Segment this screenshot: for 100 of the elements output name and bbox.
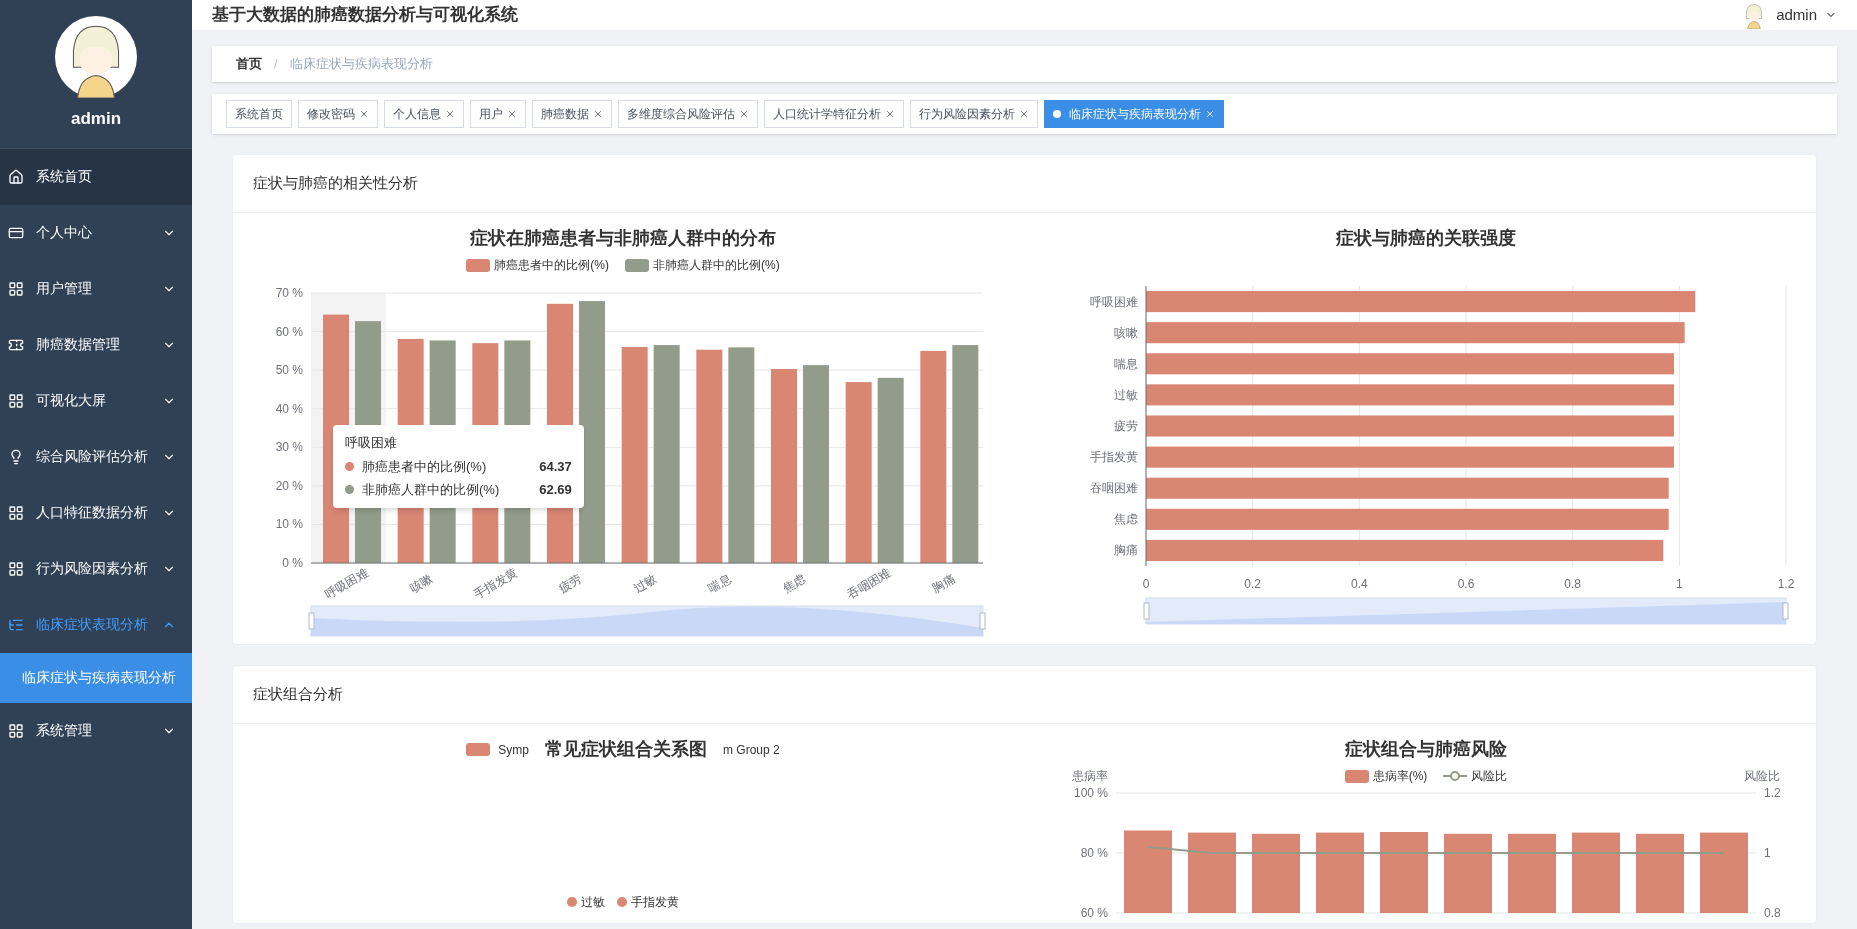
header-username: admin bbox=[1776, 4, 1817, 25]
axis-tick-label: 1 bbox=[1676, 577, 1683, 591]
bulb-icon bbox=[8, 448, 24, 465]
tab[interactable]: 系统首页 bbox=[226, 100, 292, 128]
app-title: 基于大数据的肺癌数据分析与可视化系统 bbox=[212, 4, 518, 27]
graph-node-label: 过敏 bbox=[581, 894, 605, 911]
close-icon[interactable] bbox=[359, 109, 369, 119]
bar[interactable] bbox=[579, 301, 605, 563]
close-icon[interactable] bbox=[445, 109, 455, 119]
graph-node-label: 手指发黄 bbox=[631, 894, 679, 911]
sidebar-item[interactable]: 用户管理 bbox=[0, 260, 192, 317]
axis-tick-label: 60 % bbox=[1080, 906, 1108, 919]
legend-swatch-icon[interactable] bbox=[1344, 769, 1369, 783]
axis-tick-label: 30 % bbox=[275, 440, 303, 455]
zoom-slider[interactable] bbox=[1143, 597, 1789, 625]
axis-tick-label: 70 % bbox=[275, 286, 303, 300]
chart-title: 症状与肺癌的关联强度 bbox=[1336, 227, 1516, 250]
legend-label: m Group 2 bbox=[723, 741, 780, 759]
legend-swatch-icon[interactable] bbox=[466, 258, 491, 272]
close-icon[interactable] bbox=[593, 109, 603, 119]
axis-tick-label: 60 % bbox=[275, 324, 303, 339]
axis-tick-label: 0.2 bbox=[1244, 577, 1261, 591]
breadcrumb-separator: / bbox=[274, 55, 278, 74]
axis-category-label: 疲劳 bbox=[1114, 419, 1138, 433]
axis-tick-label: 100 % bbox=[1073, 786, 1108, 800]
grid-icon bbox=[8, 280, 24, 297]
bar[interactable] bbox=[1146, 291, 1696, 313]
axis-tick-label: 0 % bbox=[282, 556, 303, 570]
axis-tick-label: 0.8 bbox=[1764, 906, 1781, 919]
avatar-icon bbox=[55, 16, 137, 98]
axis-title: 患病率 bbox=[1072, 768, 1108, 785]
sidebar-item[interactable]: 系统首页 bbox=[0, 148, 192, 205]
tooltip-value: 62.69 bbox=[539, 481, 572, 499]
axis-category-label: 焦虑 bbox=[780, 571, 809, 596]
legend-label: 患病率(%) bbox=[1372, 768, 1428, 785]
home-icon bbox=[8, 168, 24, 185]
tab[interactable]: 肺癌数据 bbox=[532, 100, 612, 128]
axis-tick-label: 0.6 bbox=[1457, 577, 1475, 591]
legend-swatch-icon[interactable] bbox=[625, 258, 649, 272]
axis-category-label: 喘息 bbox=[705, 571, 734, 596]
graph-node-icon[interactable] bbox=[617, 897, 627, 907]
tab[interactable]: 用户 bbox=[470, 100, 526, 128]
axis-tick-label: 0.4 bbox=[1351, 577, 1368, 591]
tab[interactable]: 修改密码 bbox=[298, 100, 378, 128]
axis-category-label: 焦虑 bbox=[1114, 512, 1138, 527]
axis-category-label: 过敏 bbox=[631, 571, 659, 596]
axis-category-label: 呼吸困难 bbox=[322, 565, 371, 602]
chart-title: 常见症状组合关系图 bbox=[545, 738, 707, 761]
close-icon[interactable] bbox=[1019, 109, 1029, 119]
axis-category-label: 吞咽困难 bbox=[844, 565, 894, 602]
zoom-slider[interactable] bbox=[308, 605, 986, 637]
breadcrumb-current: 临床症状与疾病表现分析 bbox=[289, 55, 433, 74]
axis-tick-label: 20 % bbox=[275, 478, 303, 493]
legend-swatch-icon[interactable] bbox=[466, 743, 491, 756]
close-icon[interactable] bbox=[507, 109, 517, 119]
sidebar-item[interactable]: 人口特征数据分析 bbox=[0, 484, 192, 541]
breadcrumb-link[interactable]: 首页 bbox=[236, 54, 262, 74]
axis-category-label: 吞咽困难 bbox=[1090, 481, 1138, 496]
axis-tick-label: 0 bbox=[1142, 577, 1150, 591]
close-icon[interactable] bbox=[1205, 109, 1215, 119]
tab[interactable]: 人口统计学特征分析 bbox=[764, 100, 904, 128]
sidebar-item[interactable]: 个人中心 bbox=[0, 204, 192, 261]
grid-icon bbox=[8, 504, 24, 521]
axis-category-label: 胸痛 bbox=[929, 571, 958, 596]
tooltip-title: 呼吸困难 bbox=[345, 434, 398, 452]
close-icon[interactable] bbox=[885, 109, 895, 119]
sidebar-item[interactable]: 综合风险评估分析 bbox=[0, 428, 192, 485]
axis-category-label: 胸痛 bbox=[1114, 543, 1138, 558]
sidebar-item[interactable]: 行为风险因素分析 bbox=[0, 540, 192, 597]
grid-icon bbox=[8, 560, 24, 577]
tooltip-label: 非肺癌人群中的比例(%) bbox=[362, 481, 500, 499]
grid-icon bbox=[8, 392, 24, 409]
bar[interactable] bbox=[1146, 539, 1664, 561]
sidebar-username: admin bbox=[70, 108, 122, 130]
sidebar-item[interactable]: 系统管理 bbox=[0, 702, 192, 759]
axis-tick-label: 1.2 bbox=[1764, 786, 1781, 800]
card-title: 症状与肺癌的相关性分析 bbox=[253, 173, 418, 194]
axis-tick-label: 1 bbox=[1764, 846, 1771, 860]
axis-category-label: 手指发黄 bbox=[471, 565, 520, 602]
graph-node-icon[interactable] bbox=[567, 897, 577, 907]
tab[interactable]: 行为风险因素分析 bbox=[910, 100, 1038, 128]
legend-label: 肺癌患者中的比例(%) bbox=[494, 257, 609, 274]
chart-title: 症状在肺癌患者与非肺癌人群中的分布 bbox=[470, 227, 776, 250]
sidebar-item[interactable]: 可视化大屏 bbox=[0, 372, 192, 429]
sidebar-item[interactable]: 临床症状表现分析 bbox=[0, 596, 192, 653]
tooltip-value: 64.37 bbox=[539, 457, 572, 476]
axis-tick-label: 50 % bbox=[275, 363, 303, 378]
tab[interactable]: 多维度综合风险评估 bbox=[618, 100, 758, 128]
axis-tick-label: 10 % bbox=[275, 517, 303, 532]
sidebar-item[interactable]: 肺癌数据管理 bbox=[0, 316, 192, 373]
tooltip-label: 肺癌患者中的比例(%) bbox=[362, 457, 487, 476]
legend-label: Symp bbox=[498, 741, 529, 759]
tab[interactable]: 个人信息 bbox=[384, 100, 464, 128]
axis-category-label: 手指发黄 bbox=[1090, 450, 1138, 465]
axis-category-label: 过敏 bbox=[1114, 387, 1138, 402]
legend-line-icon[interactable] bbox=[1443, 770, 1468, 782]
card-title: 症状组合分析 bbox=[253, 684, 343, 705]
axis-category-label: 咳嗽 bbox=[407, 571, 435, 596]
close-icon[interactable] bbox=[739, 109, 749, 119]
axis-category-label: 咳嗽 bbox=[1114, 325, 1138, 340]
